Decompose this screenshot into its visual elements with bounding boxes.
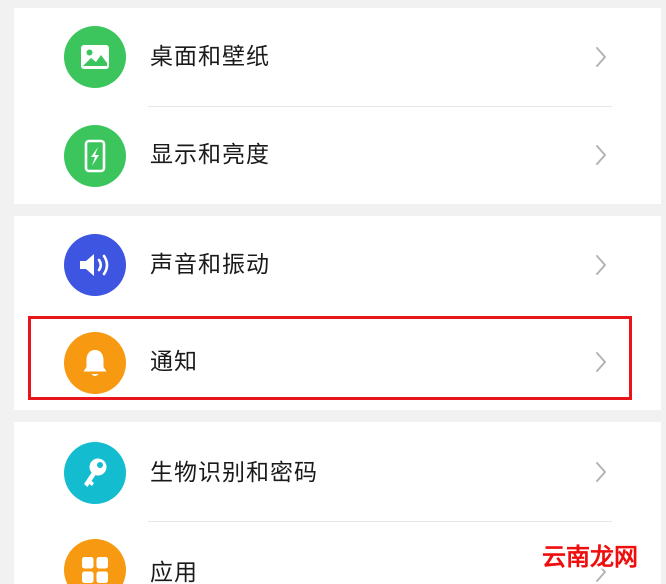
settings-item-display-brightness[interactable]: 显示和亮度: [14, 107, 661, 204]
settings-item-label: 通知: [150, 349, 198, 375]
settings-item-label: 生物识别和密码: [150, 460, 318, 486]
chevron-right-icon: [596, 145, 606, 165]
settings-item-label: 应用: [150, 560, 198, 584]
settings-item-label: 桌面和壁纸: [150, 44, 270, 70]
settings-group-sound: 声音和振动 通知: [14, 216, 661, 410]
chevron-right-icon: [596, 352, 606, 372]
phone-brightness-icon: [64, 125, 126, 187]
watermark: 云南龙网: [542, 543, 638, 571]
settings-item-label: 显示和亮度: [150, 142, 270, 168]
apps-grid-icon: [64, 539, 126, 584]
settings-item-sound-vibration[interactable]: 声音和振动: [14, 216, 661, 314]
bell-icon: [64, 332, 126, 394]
speaker-icon: [64, 234, 126, 296]
chevron-right-icon: [596, 255, 606, 275]
key-icon: [64, 442, 126, 504]
chevron-right-icon: [596, 47, 606, 67]
settings-item-biometrics-password[interactable]: 生物识别和密码: [14, 422, 661, 520]
settings-group-display: 桌面和壁纸 显示和亮度: [14, 8, 661, 204]
settings-item-wallpaper[interactable]: 桌面和壁纸: [14, 8, 661, 106]
settings-item-notifications[interactable]: 通知: [14, 315, 661, 410]
settings-item-label: 声音和振动: [150, 252, 270, 278]
chevron-right-icon: [596, 462, 606, 482]
image-icon: [64, 26, 126, 88]
